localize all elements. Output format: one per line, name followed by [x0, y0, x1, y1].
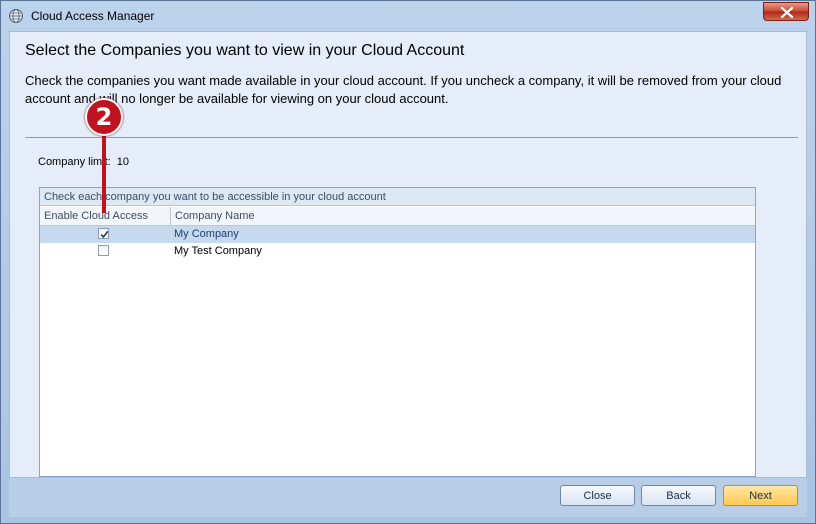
grid-caption: Check each company you want to be access…: [40, 188, 755, 206]
table-row[interactable]: My Test Company: [40, 243, 755, 260]
company-limit-value: 10: [116, 156, 129, 168]
globe-icon: [8, 8, 24, 24]
enable-cloud-access-checkbox[interactable]: [98, 245, 109, 256]
close-button[interactable]: Close: [560, 485, 635, 506]
window-close-button[interactable]: [763, 2, 809, 21]
cloud-access-manager-window: Cloud Access Manager Select the Companie…: [0, 0, 816, 524]
window-title: Cloud Access Manager: [31, 9, 155, 23]
company-limit: Company limit: 10: [38, 156, 129, 168]
page-description: Check the companies you want made availa…: [25, 73, 782, 106]
company-name-cell: My Test Company: [174, 245, 262, 257]
page-title: Select the Companies you want to view in…: [25, 42, 465, 59]
column-header-company-name[interactable]: Company Name: [170, 207, 755, 225]
grid-header: Enable Cloud Access Company Name: [40, 207, 755, 226]
divider: [25, 137, 798, 138]
company-limit-label: Company limit:: [38, 156, 111, 168]
callout-number-badge: 2: [85, 98, 123, 136]
checkmark-icon: [100, 230, 109, 239]
close-icon: [780, 7, 794, 18]
companies-grid: Check each company you want to be access…: [39, 187, 756, 477]
company-name-cell: My Company: [174, 228, 239, 240]
enable-cloud-access-checkbox[interactable]: [98, 228, 109, 239]
next-button[interactable]: Next: [723, 485, 798, 506]
dialog-content: Select the Companies you want to view in…: [9, 31, 807, 478]
callout-line: [102, 128, 106, 213]
table-row[interactable]: My Company: [40, 226, 755, 243]
button-bar: Close Back Next: [9, 478, 807, 517]
back-button[interactable]: Back: [641, 485, 716, 506]
title-bar: Cloud Access Manager: [1, 1, 815, 31]
column-header-enable-cloud-access[interactable]: Enable Cloud Access: [44, 207, 170, 225]
